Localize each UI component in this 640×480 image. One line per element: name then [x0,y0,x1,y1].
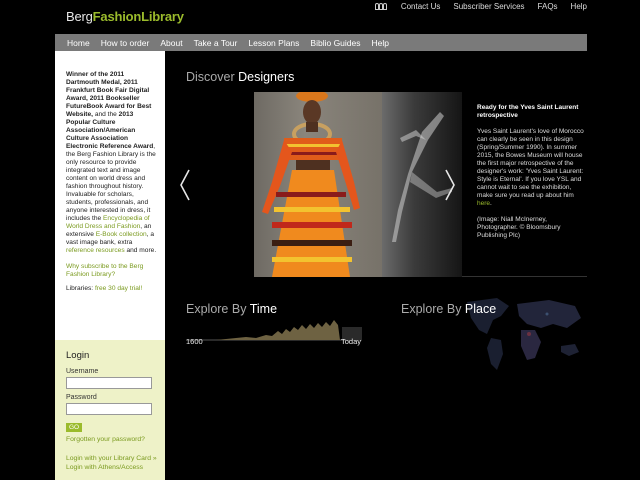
caption-credit: (Image: Niall McInerney, Photographer. ©… [477,216,561,239]
featured-designer-image[interactable] [254,92,382,277]
library-card-login-link[interactable]: Login with your Library Card » [66,454,157,463]
login-go-button[interactable]: GO [66,423,83,432]
caption-divider [462,276,587,277]
caption-body: Yves Saint Laurent's love of Morocco can… [477,128,585,208]
reference-resources-link[interactable]: reference resources [66,247,125,254]
subscriber-services-link[interactable]: Subscriber Services [453,2,524,11]
logo-fashion-library: FashionLibrary [92,9,184,24]
nav-biblio-guides[interactable]: Biblio Guides [310,38,360,48]
carousel-prev-arrow-icon[interactable] [180,169,190,201]
timeline-start-label: 1600 [186,337,203,346]
site-logo[interactable]: BergFashionLibrary [66,9,184,24]
explore-place-strong: Place [464,302,497,316]
people-icon [374,2,388,11]
login-panel: Login Username Password GO Forgotten you… [55,340,165,480]
why-subscribe-link[interactable]: Why subscribe to the Berg Fashion Librar… [66,263,157,279]
award-and: and the [93,111,119,118]
main-content: Discover Designers Ready for the Yves Sa… [165,51,587,480]
discover-prefix: Discover [186,70,239,84]
site-header: BergFashionLibrary Contact Us Subscriber… [55,0,587,34]
explore-time-strong: Time [249,302,278,316]
intro-desc-1: , the Berg Fashion Library is the only r… [66,143,156,222]
nav-home[interactable]: Home [67,38,90,48]
timeline-histogram [186,320,340,340]
faqs-link[interactable]: FAQs [538,2,558,11]
login-heading: Login [66,350,90,361]
sidebar-intro: Winner of the 2011 Dartmouth Medal, 2011… [55,51,165,340]
username-label: Username [66,368,99,375]
ebook-collection-link[interactable]: E-Book collection [96,231,147,238]
explore-time-heading[interactable]: Explore By Time [186,302,277,316]
password-label: Password [66,394,97,401]
nav-help[interactable]: Help [372,38,389,48]
nav-about[interactable]: About [160,38,182,48]
timeline-end-label: Today [341,337,362,346]
libraries-label: Libraries: [66,285,95,292]
caption-title[interactable]: Ready for the Yves Saint Laurent retrosp… [477,104,585,120]
password-input[interactable] [66,403,152,415]
caption-text-end: . [490,200,492,207]
intro-text: Winner of the 2011 Dartmouth Medal, 2011… [66,71,157,255]
runway-model-illustration [262,92,360,277]
main-nav: Home How to order About Take a Tour Less… [55,34,587,51]
explore-place-prefix: Explore By [401,302,465,316]
libraries-trial: Libraries: free 30 day trial! [66,285,157,293]
free-trial-link[interactable]: free 30 day trial! [95,285,142,292]
nav-how-to-order[interactable]: How to order [101,38,150,48]
username-input[interactable] [66,377,152,389]
forgot-password-link[interactable]: Forgotten your password? [66,436,157,443]
nav-take-a-tour[interactable]: Take a Tour [194,38,238,48]
caption-text: Yves Saint Laurent's love of Morocco can… [477,128,584,199]
left-margin [0,0,55,480]
explore-time-prefix: Explore By [186,302,250,316]
caption-here-link[interactable]: here [477,200,490,207]
logo-berg: Berg [66,9,93,24]
nav-lesson-plans[interactable]: Lesson Plans [248,38,299,48]
carousel-next-arrow-icon[interactable] [445,169,455,201]
athens-login-link[interactable]: Login with Athens/Access [66,463,157,472]
contact-us-link[interactable]: Contact Us [401,2,441,11]
top-links: Contact Us Subscriber Services FAQs Help [374,2,587,11]
timeline-graphic[interactable] [186,317,362,341]
discover-designers: Designers [238,70,295,84]
discover-heading: Discover Designers [186,70,294,84]
help-link[interactable]: Help [571,2,587,11]
explore-place-heading[interactable]: Explore By Place [401,302,496,316]
feature-caption: Ready for the Yves Saint Laurent retrosp… [477,104,585,240]
intro-desc-4: and more. [124,247,157,254]
right-margin [587,0,640,480]
